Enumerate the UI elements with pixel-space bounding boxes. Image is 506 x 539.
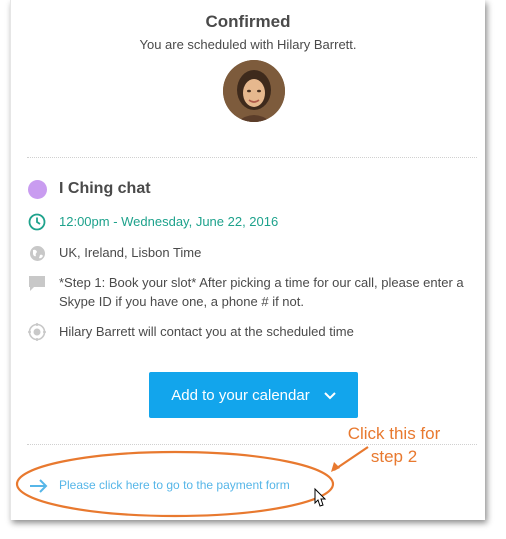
annotation-line2: step 2	[370, 447, 418, 466]
annotation-line1: Click this for	[347, 424, 441, 443]
highlight-ellipse	[15, 450, 335, 518]
mouse-cursor-icon	[314, 487, 327, 507]
